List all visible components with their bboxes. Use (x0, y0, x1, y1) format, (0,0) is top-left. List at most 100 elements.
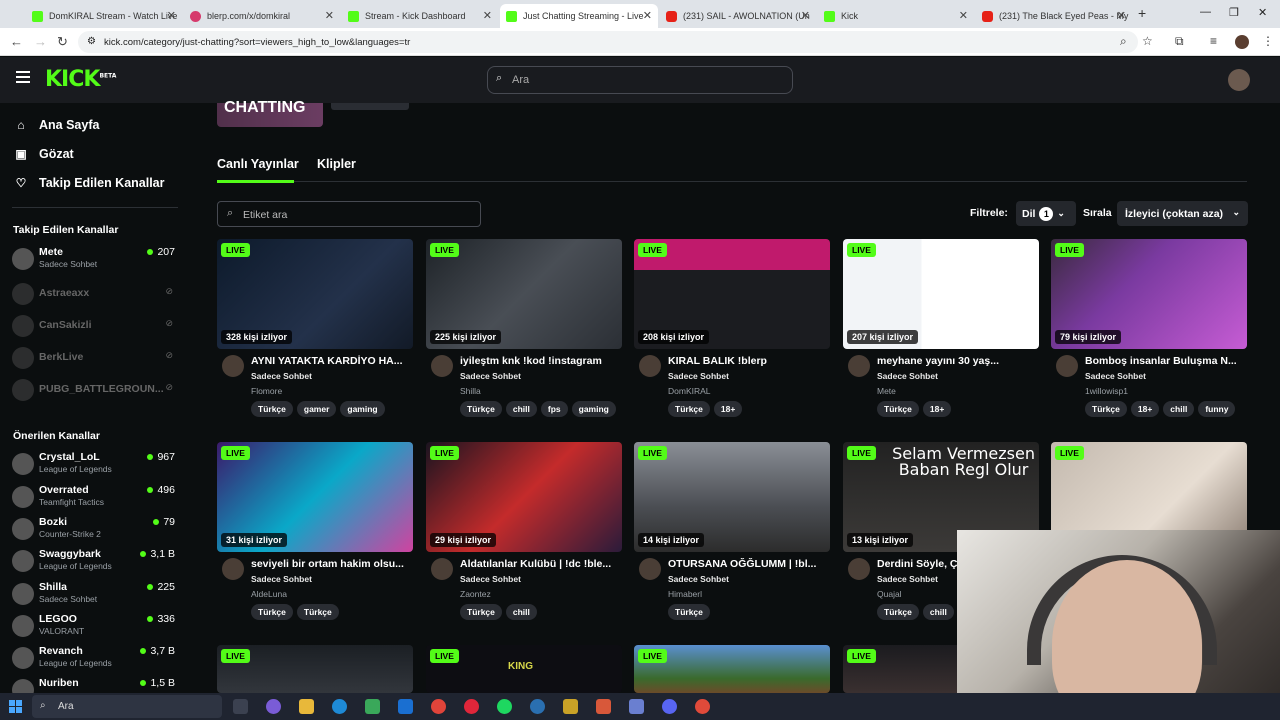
kick-logo[interactable]: KICKBETA (45, 67, 116, 92)
sidebar-channel-recommended[interactable]: Shilla Sadece Sohbet 225 (12, 581, 180, 611)
nav-following[interactable]: ♡ Takip Edilen Kanallar (14, 176, 165, 190)
browser-tab[interactable]: blerp.com/x/domkiral ✕ (184, 4, 340, 28)
sidebar-channel-recommended[interactable]: Crystal_LoL League of Legends 967 (12, 451, 180, 481)
tag[interactable]: Türkçe (1085, 401, 1127, 417)
browser-profile-avatar[interactable] (1235, 35, 1249, 49)
tag[interactable]: Türkçe (877, 604, 919, 620)
sidebar-channel-mete[interactable]: Mete Sadece Sohbet 207 (12, 246, 180, 276)
tag[interactable]: fps (540, 401, 568, 417)
sidebar-channel-offline[interactable]: Astraeaxx ⊘ (12, 281, 180, 311)
sidebar-channel-offline[interactable]: BerkLive ⊘ (12, 345, 180, 375)
app-icon[interactable] (563, 699, 578, 714)
nav-browse[interactable]: ▣ Gözat (14, 147, 73, 161)
stream-title[interactable]: Bomboş insanlar Buluşma N... (1085, 355, 1245, 367)
follow-category-button[interactable] (331, 103, 409, 110)
spotify-icon[interactable] (497, 699, 512, 714)
task-view-icon[interactable] (233, 699, 248, 714)
obs-icon[interactable] (695, 699, 710, 714)
sidebar-channel-offline[interactable]: CanSakizli ⊘ (12, 313, 180, 343)
tag[interactable]: chill (505, 401, 537, 417)
tab-clips[interactable]: Klipler (317, 157, 356, 171)
avatar[interactable] (431, 558, 453, 580)
stream-thumbnail[interactable]: LIVE 29 kişi izliyor (426, 442, 622, 552)
opera-icon[interactable] (464, 699, 479, 714)
windows-start-icon[interactable] (9, 700, 22, 713)
stream-category[interactable]: Sadece Sohbet (1085, 371, 1146, 381)
tag[interactable]: Türkçe (460, 604, 502, 620)
extensions-icon[interactable]: ⧉ (1175, 34, 1184, 49)
close-tab-icon[interactable]: ✕ (483, 9, 492, 22)
tag[interactable]: Türkçe (877, 401, 919, 417)
chrome-icon[interactable] (431, 699, 446, 714)
back-icon[interactable]: ← (10, 34, 23, 49)
tag[interactable]: gaming (571, 401, 616, 417)
url-field[interactable]: ⚙ kick.com/category/just-chatting?sort=vi… (78, 31, 1138, 53)
stream-thumbnail[interactable]: LIVE 79 kişi izliyor (1051, 239, 1247, 349)
sidebar-channel-recommended[interactable]: LEGOO VALORANT 336 (12, 613, 180, 643)
tag[interactable]: Türkçe (668, 401, 710, 417)
nav-home[interactable]: ⌂ Ana Sayfa (14, 118, 99, 132)
reload-icon[interactable]: ↻ (57, 34, 68, 50)
file-explorer-icon[interactable] (299, 699, 314, 714)
stream-thumbnail[interactable]: LIVE 208 kişi izliyor (634, 239, 830, 349)
stream-category[interactable]: Sadece Sohbet (251, 574, 312, 584)
sidebar-channel-recommended[interactable]: Nuriben 1,5 B (12, 677, 180, 693)
stream-thumbnail[interactable]: LIVE KING (426, 645, 622, 693)
close-window-icon[interactable]: ✕ (1258, 6, 1267, 19)
tag[interactable]: chill (922, 604, 954, 620)
tag[interactable]: Türkçe (460, 401, 502, 417)
media-control-icon[interactable]: ≡ (1210, 34, 1217, 48)
close-tab-icon[interactable]: ✕ (959, 9, 968, 22)
browser-menu-icon[interactable]: ⋮ (1262, 34, 1274, 48)
discord-icon[interactable] (662, 699, 677, 714)
stream-thumbnail[interactable]: LIVE 225 kişi izliyor (426, 239, 622, 349)
tag-search-input[interactable]: ⌕ Etiket ara (217, 201, 481, 227)
stream-thumbnail[interactable]: LIVE 207 kişi izliyor (843, 239, 1039, 349)
stream-title[interactable]: Aldatılanlar Kulübü | !dc !ble... (460, 558, 620, 570)
avatar[interactable] (639, 558, 661, 580)
close-tab-icon[interactable]: ✕ (1117, 9, 1126, 22)
tag[interactable]: 18+ (922, 401, 952, 417)
avatar[interactable] (639, 355, 661, 377)
settings-gear-icon[interactable] (629, 699, 644, 714)
edge-icon[interactable] (332, 699, 347, 714)
streamer-name[interactable]: Shilla (460, 386, 481, 396)
avatar[interactable] (848, 355, 870, 377)
bookmark-star-icon[interactable]: ☆ (1142, 34, 1153, 48)
stream-thumbnail[interactable]: LIVE (634, 645, 830, 693)
close-tab-icon[interactable]: ✕ (167, 9, 176, 22)
stream-thumbnail[interactable]: LIVE (217, 645, 413, 693)
avatar[interactable] (1056, 355, 1078, 377)
stream-category[interactable]: Sadece Sohbet (460, 574, 521, 584)
stream-thumbnail[interactable]: LIVE 31 kişi izliyor (217, 442, 413, 552)
tag[interactable]: gamer (296, 401, 337, 417)
stream-title[interactable]: iyileştm knk !kod !instagram (460, 355, 620, 367)
language-filter-button[interactable]: Dil 1 ⌄ (1016, 201, 1076, 226)
browser-tab[interactable]: (231) SAIL - AWOLNATION (Un ✕ (660, 4, 816, 28)
avatar[interactable] (222, 558, 244, 580)
close-tab-icon[interactable]: ✕ (643, 9, 652, 22)
sidebar-channel-offline[interactable]: PUBG_BATTLEGROUN... ⊘ (12, 377, 180, 407)
tag[interactable]: funny (1198, 401, 1236, 417)
avatar[interactable] (431, 355, 453, 377)
avatar[interactable] (848, 558, 870, 580)
tag[interactable]: Türkçe (251, 401, 293, 417)
copilot-icon[interactable] (266, 699, 281, 714)
close-tab-icon[interactable]: ✕ (801, 9, 810, 22)
steam-icon[interactable] (530, 699, 545, 714)
taskbar-search[interactable]: ⌕ Ara (32, 695, 222, 718)
stream-category[interactable]: Sadece Sohbet (877, 574, 938, 584)
app-icon[interactable] (596, 699, 611, 714)
tag[interactable]: 18+ (1130, 401, 1160, 417)
stream-title[interactable]: meyhane yayını 30 yaş... (877, 355, 1037, 367)
sidebar-channel-recommended[interactable]: Overrated Teamfight Tactics 496 (12, 484, 180, 514)
minimize-icon[interactable]: — (1200, 6, 1211, 18)
outlook-icon[interactable] (398, 699, 413, 714)
stream-category[interactable]: Sadece Sohbet (251, 371, 312, 381)
streamer-name[interactable]: 1willowisp1 (1085, 386, 1128, 396)
browser-tab[interactable]: DomKIRAL Stream - Watch Live ✕ (26, 4, 182, 28)
menu-hamburger-icon[interactable] (16, 71, 30, 83)
tag[interactable]: Türkçe (296, 604, 339, 620)
forward-icon[interactable]: → (34, 34, 47, 49)
sort-select[interactable]: İzleyici (çoktan aza) ⌄ (1117, 201, 1248, 226)
